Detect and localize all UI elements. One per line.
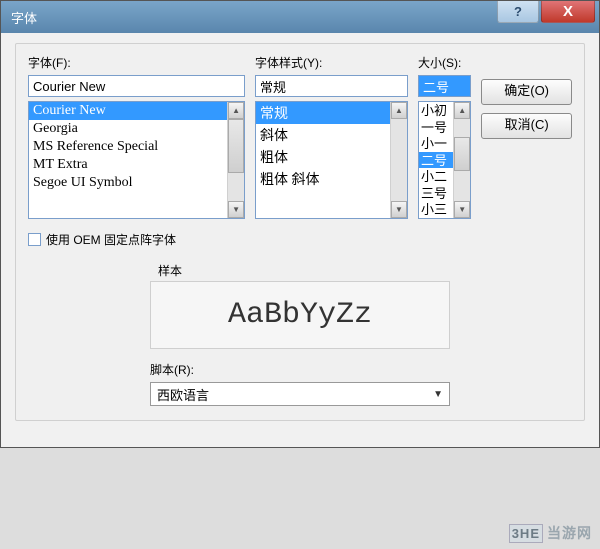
window-title: 字体 [11, 8, 37, 27]
font-list-item[interactable]: MS Reference Special [29, 138, 227, 156]
size-list-item[interactable]: 小初 [419, 102, 453, 119]
titlebar[interactable]: 字体 ? X [1, 1, 599, 33]
oem-label: 使用 OEM 固定点阵字体 [46, 231, 176, 248]
size-column: 大小(S): 小初一号小一二号小二三号小三 ▲ ▼ [418, 54, 471, 219]
watermark-logo: 3HE [509, 524, 543, 543]
sample-area: 样本 AaBbYyZz [150, 262, 450, 349]
size-input[interactable] [418, 75, 471, 97]
size-list-item[interactable]: 小二 [419, 168, 453, 185]
oem-checkbox-row[interactable]: 使用 OEM 固定点阵字体 [28, 231, 572, 248]
size-listbox[interactable]: 小初一号小一二号小二三号小三 ▲ ▼ [418, 101, 471, 219]
script-value: 西欧语言 [157, 385, 209, 404]
scroll-up-icon[interactable]: ▲ [391, 102, 407, 119]
font-input[interactable] [28, 75, 245, 97]
font-scrollbar[interactable]: ▲ ▼ [227, 102, 244, 218]
oem-checkbox[interactable] [28, 233, 41, 246]
style-list-item[interactable]: 粗体 [256, 146, 390, 168]
font-listbox[interactable]: Courier NewGeorgiaMS Reference SpecialMT… [28, 101, 245, 219]
scroll-thumb[interactable] [228, 119, 244, 173]
style-list-item[interactable]: 斜体 [256, 124, 390, 146]
scroll-thumb[interactable] [454, 137, 470, 171]
sample-preview: AaBbYyZz [150, 281, 450, 349]
watermark: 3HE 当游网 [509, 523, 592, 543]
dialog-body: 字体(F): Courier NewGeorgiaMS Reference Sp… [1, 33, 599, 447]
size-list-item[interactable]: 小三 [419, 201, 453, 218]
font-column: 字体(F): Courier NewGeorgiaMS Reference Sp… [28, 54, 245, 219]
scroll-up-icon[interactable]: ▲ [454, 102, 470, 119]
font-list-item[interactable]: Segoe UI Symbol [29, 174, 227, 192]
style-scrollbar[interactable]: ▲ ▼ [390, 102, 407, 218]
style-label: 字体样式(Y): [255, 54, 408, 71]
close-button[interactable]: X [541, 1, 595, 23]
style-column: 字体样式(Y): 常规斜体粗体粗体 斜体 ▲ ▼ [255, 54, 408, 219]
font-label: 字体(F): [28, 54, 245, 71]
scroll-down-icon[interactable]: ▼ [228, 201, 244, 218]
main-panel: 字体(F): Courier NewGeorgiaMS Reference Sp… [15, 43, 585, 421]
font-list-item[interactable]: Georgia [29, 120, 227, 138]
help-button[interactable]: ? [497, 1, 539, 23]
cancel-button[interactable]: 取消(C) [481, 113, 572, 139]
size-list-item[interactable]: 一号 [419, 119, 453, 136]
style-list-item[interactable]: 粗体 斜体 [256, 168, 390, 190]
font-list-item[interactable]: MT Extra [29, 156, 227, 174]
script-label: 脚本(R): [150, 361, 450, 378]
style-list-item[interactable]: 常规 [256, 102, 390, 124]
style-listbox[interactable]: 常规斜体粗体粗体 斜体 ▲ ▼ [255, 101, 408, 219]
size-label: 大小(S): [418, 54, 471, 71]
window-controls: ? X [497, 1, 599, 33]
font-list-item[interactable]: Courier New [29, 102, 227, 120]
font-dialog: 字体 ? X 字体(F): Courier NewGeorgiaMS Refer… [0, 0, 600, 448]
watermark-text: 当游网 [547, 523, 592, 543]
scroll-up-icon[interactable]: ▲ [228, 102, 244, 119]
button-column: 确定(O) 取消(C) [481, 54, 572, 219]
size-list-item[interactable]: 小一 [419, 135, 453, 152]
ok-button[interactable]: 确定(O) [481, 79, 572, 105]
style-input[interactable] [255, 75, 408, 97]
chevron-down-icon: ▼ [433, 389, 443, 400]
scroll-down-icon[interactable]: ▼ [454, 201, 470, 218]
size-list-item[interactable]: 三号 [419, 185, 453, 202]
sample-label: 样本 [158, 262, 450, 279]
script-combobox[interactable]: 西欧语言 ▼ [150, 382, 450, 406]
script-area: 脚本(R): 西欧语言 ▼ [150, 361, 450, 406]
size-list-item[interactable]: 二号 [419, 152, 453, 169]
size-scrollbar[interactable]: ▲ ▼ [453, 102, 470, 218]
scroll-down-icon[interactable]: ▼ [391, 201, 407, 218]
